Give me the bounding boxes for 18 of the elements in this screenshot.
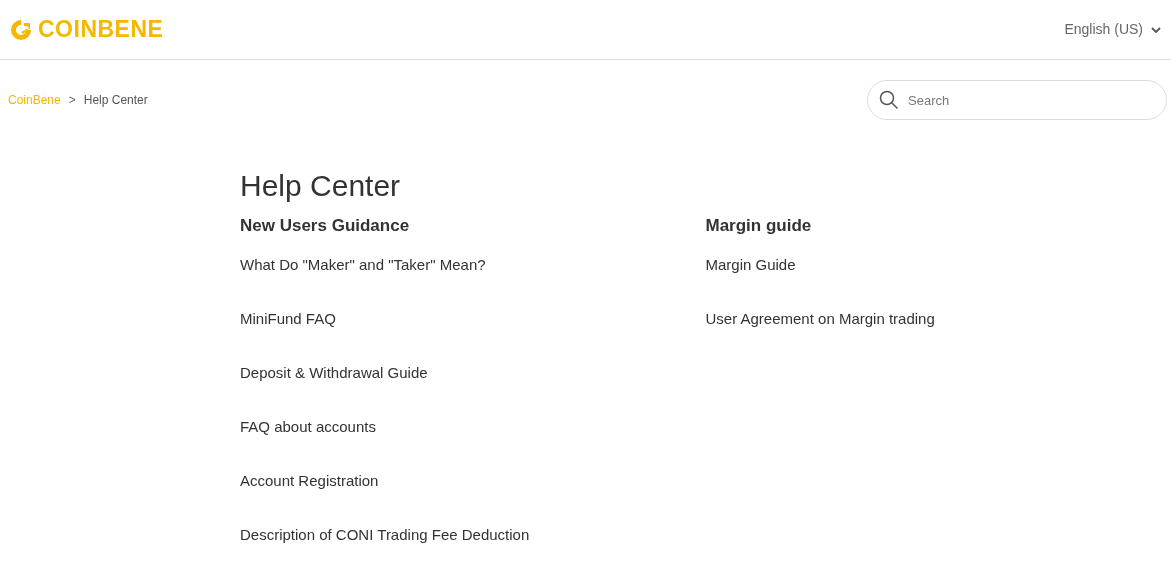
article-link[interactable]: Deposit & Withdrawal Guide xyxy=(240,364,428,381)
article-link[interactable]: Description of CONI Trading Fee Deduction xyxy=(240,526,530,543)
breadcrumb-separator: > xyxy=(68,92,76,109)
article-link[interactable]: User Agreement on Margin trading xyxy=(705,310,935,327)
article-link[interactable]: MiniFund FAQ xyxy=(240,310,336,327)
search-field[interactable]: Search xyxy=(867,80,1167,120)
article-link[interactable]: Margin Guide xyxy=(705,256,796,273)
language-selector[interactable]: English (US) xyxy=(1064,19,1161,40)
article-link[interactable]: What Do "Maker" and "Taker" Mean? xyxy=(240,256,486,273)
breadcrumb-current: Help Center xyxy=(83,92,148,109)
article-link[interactable]: FAQ about accounts xyxy=(240,418,376,435)
chevron-down-icon xyxy=(1151,25,1161,34)
section-title: New Users Guidance xyxy=(240,215,411,237)
logo-text: COINBENE xyxy=(38,15,164,45)
section-title: Margin guide xyxy=(705,215,813,237)
search-icon xyxy=(879,90,899,110)
article-link[interactable]: Account Registration xyxy=(240,472,379,489)
page-title: Help Center xyxy=(240,168,402,204)
